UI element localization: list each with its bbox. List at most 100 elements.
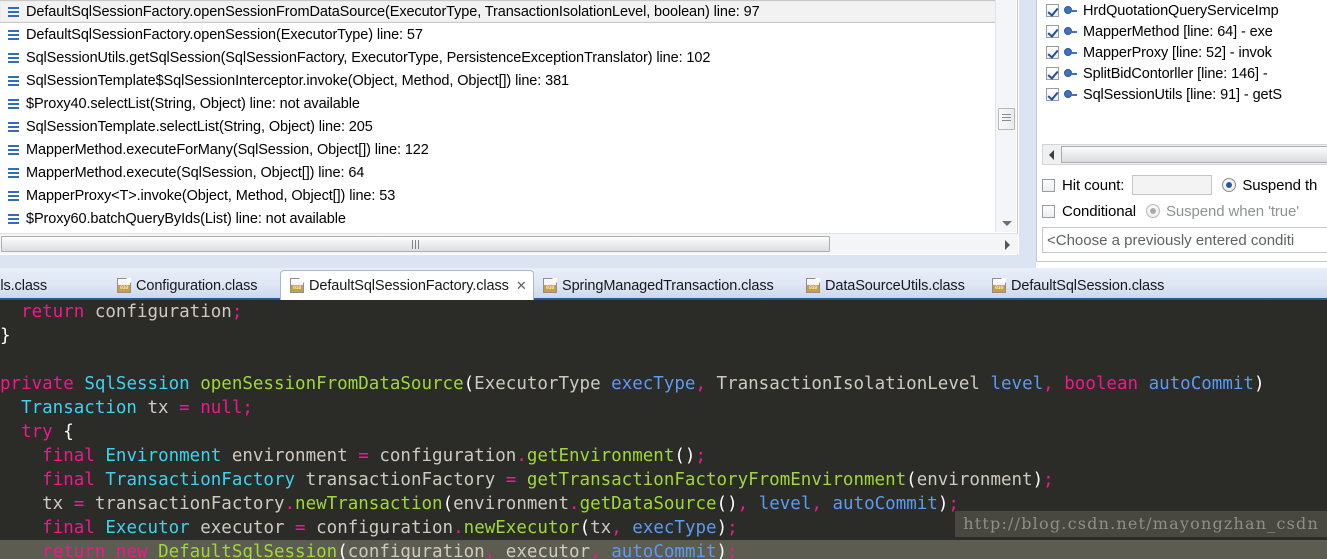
- breakpoint-checkbox[interactable]: [1046, 46, 1059, 59]
- breakpoints-horizontal-scrollbar[interactable]: [1042, 144, 1327, 165]
- suspend-thread-radio[interactable]: [1222, 178, 1237, 192]
- code-line: return configuration;: [0, 300, 1327, 324]
- code-token: return: [42, 542, 106, 559]
- breakpoint-list[interactable]: HrdQuotationQueryServiceImp MapperMethod …: [1037, 0, 1327, 140]
- stack-frame-row[interactable]: $Proxy60.batchQueryByIds(List) line: not…: [0, 207, 996, 230]
- breakpoint-checkbox[interactable]: [1046, 88, 1059, 101]
- view-divider[interactable]: [1019, 0, 1036, 268]
- breakpoint-row[interactable]: MapperMethod [line: 64] - exe: [1037, 21, 1327, 42]
- stack-frame-row[interactable]: MapperProxy<T>.invoke(Object, Method, Ob…: [0, 184, 996, 207]
- editor-tab[interactable]: DefaultSqlSession.class: [983, 271, 1178, 300]
- code-token: configuration: [84, 302, 232, 322]
- hit-count-row: Hit count: Suspend th: [1042, 172, 1327, 198]
- code-token: (: [463, 374, 475, 394]
- code-editor[interactable]: return configuration;} private SqlSession…: [0, 300, 1327, 559]
- code-token: new: [115, 542, 148, 559]
- stack-frame-row[interactable]: $Proxy40.selectList(String, Object) line…: [0, 92, 996, 115]
- code-token: autoCommit: [832, 494, 938, 514]
- code-token: environment: [453, 494, 570, 514]
- editor-tab[interactable]: DefaultSqlSessionFactory.class ✕: [280, 270, 534, 300]
- stack-frame-row[interactable]: MapperMethod.executeForMany(SqlSession, …: [0, 138, 996, 161]
- editor-tab-label: DataSourceUtils.class: [825, 277, 965, 294]
- code-token: ;: [1043, 470, 1054, 490]
- code-line: private SqlSession openSessionFromDataSo…: [0, 372, 1327, 396]
- conditional-checkbox[interactable]: [1042, 204, 1055, 218]
- breakpoint-marker-icon: [1064, 46, 1078, 59]
- code-token: transactionFactory: [84, 494, 285, 514]
- class-file-icon: [117, 278, 131, 293]
- code-token: ;: [242, 398, 253, 418]
- breakpoint-checkbox[interactable]: [1046, 4, 1059, 17]
- code-line: }: [0, 324, 1327, 348]
- code-token: }: [0, 326, 11, 346]
- breakpoint-row[interactable]: MapperProxy [line: 52] - invok: [1037, 42, 1327, 63]
- stack-horizontal-scrollbar[interactable]: [0, 233, 1018, 254]
- stack-frame-row[interactable]: MapperMethod.execute(SqlSession, Object[…: [0, 161, 996, 184]
- close-icon[interactable]: ✕: [516, 278, 527, 294]
- stack-frame-row[interactable]: SqlSessionTemplate.selectList(String, Ob…: [0, 115, 996, 138]
- breakpoint-marker-icon: [1064, 67, 1078, 80]
- scroll-right-arrow-icon[interactable]: [998, 234, 1018, 255]
- stack-frame-row[interactable]: DefaultSqlSessionFactory.openSession(Exe…: [0, 23, 996, 46]
- debug-perspective-top: DefaultSqlSessionFactory.openSessionFrom…: [0, 0, 1327, 268]
- code-token: ,: [590, 542, 601, 559]
- breakpoint-row[interactable]: SplitBidContorller [line: 146] -: [1037, 63, 1327, 84]
- stack-frame-row[interactable]: SqlSessionUtils.getSqlSession(SqlSession…: [0, 46, 996, 69]
- breakpoint-checkbox[interactable]: [1046, 25, 1059, 38]
- condition-combo[interactable]: <Choose a previously entered conditi: [1042, 227, 1327, 253]
- stack-frame-icon: [7, 28, 20, 41]
- scroll-down-arrow-icon[interactable]: [996, 214, 1017, 232]
- code-token: ,: [695, 374, 706, 394]
- code-token: transactionFactory: [295, 470, 506, 490]
- code-token: level: [990, 374, 1044, 394]
- breakpoint-label: MapperProxy [line: 52] - invok: [1083, 44, 1272, 61]
- class-file-icon: [992, 278, 1006, 293]
- code-token: =: [505, 470, 517, 490]
- stack-frame-row[interactable]: DefaultSqlSessionFactory.openSessionFrom…: [0, 0, 996, 23]
- stack-frame-list[interactable]: DefaultSqlSessionFactory.openSessionFrom…: [0, 0, 996, 232]
- code-token: executor: [495, 542, 591, 559]
- code-token: getEnvironment: [526, 446, 675, 466]
- scroll-left-arrow-icon[interactable]: [1043, 145, 1060, 164]
- code-token: ,: [737, 494, 749, 514]
- breakpoint-checkbox[interactable]: [1046, 67, 1059, 80]
- code-token: {: [63, 422, 74, 442]
- class-file-icon: [806, 278, 820, 293]
- breakpoint-row[interactable]: SqlSessionUtils [line: 91] - getS: [1037, 84, 1327, 105]
- condition-placeholder: <Choose a previously entered conditi: [1047, 231, 1295, 249]
- stack-vertical-scroll-thumb[interactable]: [998, 108, 1015, 130]
- editor-tab-label: onUtils.class: [0, 277, 48, 294]
- code-token: ;: [727, 518, 738, 538]
- breakpoints-view: HrdQuotationQueryServiceImp MapperMethod …: [1036, 0, 1327, 262]
- stack-horizontal-scroll-thumb[interactable]: [1, 236, 830, 252]
- breakpoints-horizontal-scroll-thumb[interactable]: [1061, 146, 1327, 163]
- stack-frame-icon: [7, 166, 20, 179]
- breakpoint-row[interactable]: HrdQuotationQueryServiceImp: [1037, 0, 1327, 21]
- editor-tab-bar: onUtils.class Configuration.class DefaultS…: [0, 268, 1327, 300]
- editor-tab[interactable]: onUtils.class: [0, 271, 108, 300]
- code-token: autoCommit: [1148, 374, 1254, 394]
- suspend-when-true-radio[interactable]: [1145, 204, 1160, 218]
- class-file-icon: [290, 278, 304, 293]
- code-token: getDataSource: [579, 494, 717, 514]
- code-token: Environment: [105, 446, 222, 466]
- hit-count-input[interactable]: [1132, 175, 1213, 195]
- editor-tab[interactable]: SpringManagedTransaction.class: [534, 271, 790, 300]
- editor-tab[interactable]: DataSourceUtils.class: [797, 271, 977, 300]
- editor-tab[interactable]: Configuration.class: [108, 271, 268, 300]
- stack-frame-icon: [7, 212, 20, 225]
- hit-count-checkbox[interactable]: [1042, 178, 1055, 192]
- stack-vertical-scrollbar[interactable]: [995, 0, 1016, 232]
- stack-frame-row[interactable]: SqlSessionTemplate$SqlSessionInterceptor…: [0, 69, 996, 92]
